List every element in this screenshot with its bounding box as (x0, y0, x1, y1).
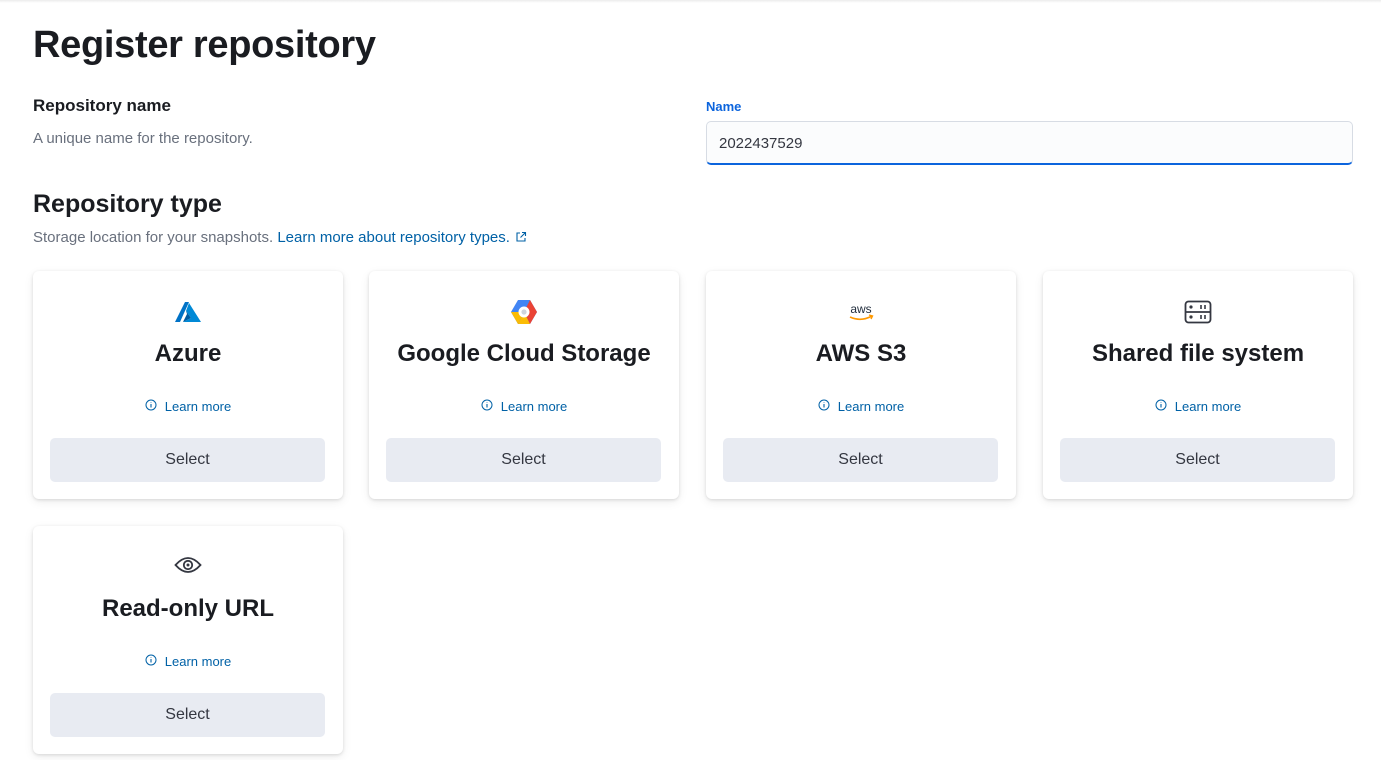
select-button[interactable]: Select (386, 438, 661, 482)
info-icon (481, 399, 493, 415)
select-button[interactable]: Select (1060, 438, 1335, 482)
aws-logo-icon: aws (706, 299, 1016, 325)
repository-name-description: A unique name for the repository. (33, 130, 253, 147)
storage-icon (1043, 299, 1353, 325)
card-title: Read-only URL (101, 595, 274, 622)
info-icon (818, 399, 830, 415)
learn-more-repository-types-link[interactable]: Learn more about repository types. (277, 229, 527, 246)
repository-type-heading: Repository type (33, 190, 222, 218)
azure-logo-icon (33, 299, 343, 325)
select-button[interactable]: Select (723, 438, 998, 482)
card-title: Shared file system (1091, 340, 1305, 367)
learn-more-repository-types-label: Learn more about repository types. (277, 229, 510, 246)
learn-more-label: Learn more (500, 399, 568, 414)
google-cloud-logo-icon (369, 299, 679, 325)
learn-more-label: Learn more (837, 399, 905, 414)
card-title: Azure (154, 340, 222, 367)
svg-text:aws: aws (850, 302, 871, 316)
learn-more-label: Learn more (1174, 399, 1242, 414)
learn-more-link[interactable]: Learn more (33, 399, 343, 415)
learn-more-label: Learn more (164, 399, 232, 414)
learn-more-link[interactable]: Learn more (33, 654, 343, 670)
name-input[interactable] (706, 121, 1353, 165)
info-icon (1155, 399, 1167, 415)
select-button[interactable]: Select (50, 438, 325, 482)
learn-more-link[interactable]: Learn more (1043, 399, 1353, 415)
name-field-label: Name (706, 99, 742, 114)
repository-type-description-text: Storage location for your snapshots. (33, 229, 274, 246)
learn-more-link[interactable]: Learn more (369, 399, 679, 415)
learn-more-label: Learn more (164, 654, 232, 669)
repository-name-section: Repository name A unique name for the re… (33, 96, 673, 149)
repository-card-shared-file-system: Shared file system Learn more Select (1043, 271, 1353, 499)
select-button[interactable]: Select (50, 693, 325, 737)
info-icon (145, 399, 157, 415)
repository-type-description: Storage location for your snapshots. Lea… (33, 228, 527, 249)
repository-name-heading: Repository name (33, 96, 171, 115)
card-title: Google Cloud Storage (397, 340, 651, 367)
repository-card-read-only-url: Read-only URL Learn more Select (33, 526, 343, 754)
repository-card-aws-s3: aws AWS S3 Learn more Select (706, 271, 1016, 499)
name-field: Name (706, 99, 1353, 165)
repository-card-azure: Azure Learn more Select (33, 271, 343, 499)
repository-card-google-cloud-storage: Google Cloud Storage Learn more Select (369, 271, 679, 499)
top-shadow (0, 0, 1381, 3)
eye-icon (33, 552, 343, 578)
card-title: AWS S3 (815, 340, 907, 367)
page-title: Register repository (33, 24, 376, 66)
learn-more-link[interactable]: Learn more (706, 399, 1016, 415)
info-icon (145, 654, 157, 670)
external-link-icon (515, 229, 527, 249)
